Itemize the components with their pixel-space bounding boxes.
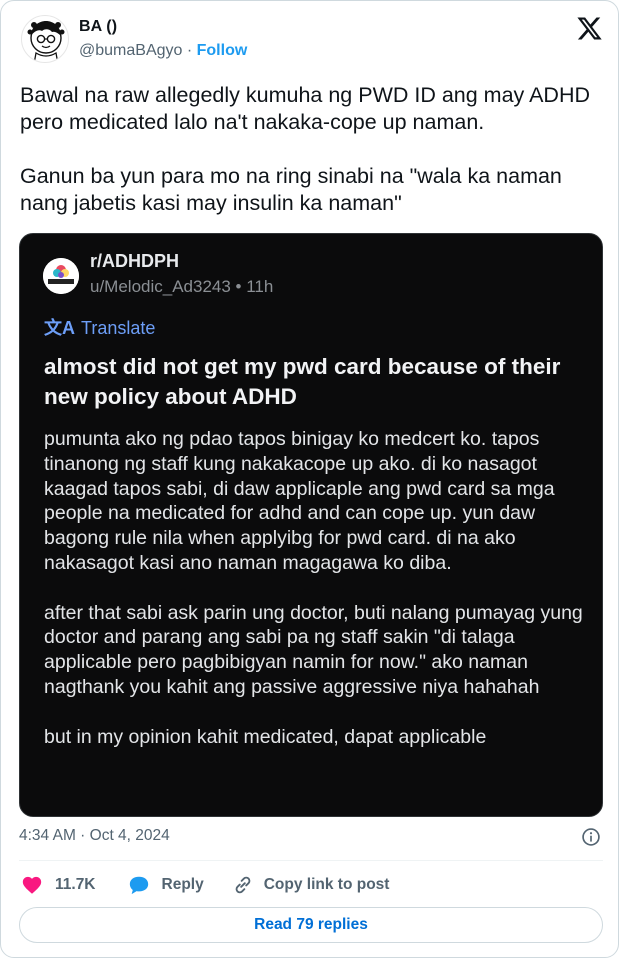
post-body: pumunta ako ng pdao tapos binigay ko med…: [44, 427, 589, 749]
read-replies-button[interactable]: Read 79 replies: [19, 907, 603, 943]
tweet-timestamp[interactable]: 4:34 AM · Oct 4, 2024: [19, 827, 170, 845]
author-handle-row: @bumaBAgyo · Follow: [79, 42, 247, 60]
subreddit-name: r/ADHDPH: [90, 251, 180, 271]
reply-button[interactable]: Reply: [128, 874, 204, 896]
like-button[interactable]: 11.7K: [21, 874, 96, 896]
tweet-text: Bawal na raw allegedly kumuha ng PWD ID …: [20, 82, 605, 217]
copy-link-button[interactable]: Copy link to post: [232, 874, 390, 896]
follow-button[interactable]: Follow: [197, 42, 248, 59]
author-handle[interactable]: @bumaBAgyo: [79, 42, 182, 59]
translate-label: Translate: [81, 318, 156, 338]
copy-link-label: Copy link to post: [263, 876, 390, 893]
action-bar: 11.7K Reply Copy link to post: [21, 874, 389, 896]
avatar[interactable]: [21, 15, 69, 63]
x-logo-icon[interactable]: [576, 15, 603, 42]
divider: [19, 860, 603, 861]
author-display-name[interactable]: BA (‍): [79, 18, 117, 36]
post-paragraph: after that sabi ask parin ung doctor, bu…: [44, 601, 583, 698]
tweet-card: BA (‍) @bumaBAgyo · Follow Bawal na raw …: [0, 0, 619, 958]
post-paragraph: pumunta ako ng pdao tapos binigay ko med…: [44, 428, 555, 574]
reply-label: Reply: [161, 876, 204, 893]
reply-bubble-icon: [129, 876, 148, 895]
tweet-paragraph: Ganun ba yun para mo na ring sinabi na "…: [20, 164, 562, 215]
tweet-paragraph: Bawal na raw allegedly kumuha ng PWD ID …: [20, 83, 591, 134]
heart-icon: [22, 876, 42, 894]
translate-link: 文A Translate: [44, 314, 155, 340]
doodle-face-avatar-icon: [27, 21, 65, 62]
post-meta: u/Melodic_Ad3243 • 11h: [90, 277, 274, 296]
adhdph-logo-icon: [43, 258, 79, 294]
like-count: 11.7K: [55, 876, 96, 893]
embedded-reddit-screenshot[interactable]: r/ADHDPH u/Melodic_Ad3243 • 11h 文A Transl…: [19, 233, 603, 817]
post-title: almost did not get my pwd card because o…: [44, 354, 561, 409]
link-icon: [235, 876, 251, 894]
post-paragraph: but in my opinion kahit medicated, dapat…: [44, 725, 487, 748]
subreddit-icon: [43, 258, 79, 294]
info-icon[interactable]: [581, 827, 601, 847]
translate-icon: 文A: [44, 318, 75, 338]
separator-dot: ·: [182, 42, 197, 59]
